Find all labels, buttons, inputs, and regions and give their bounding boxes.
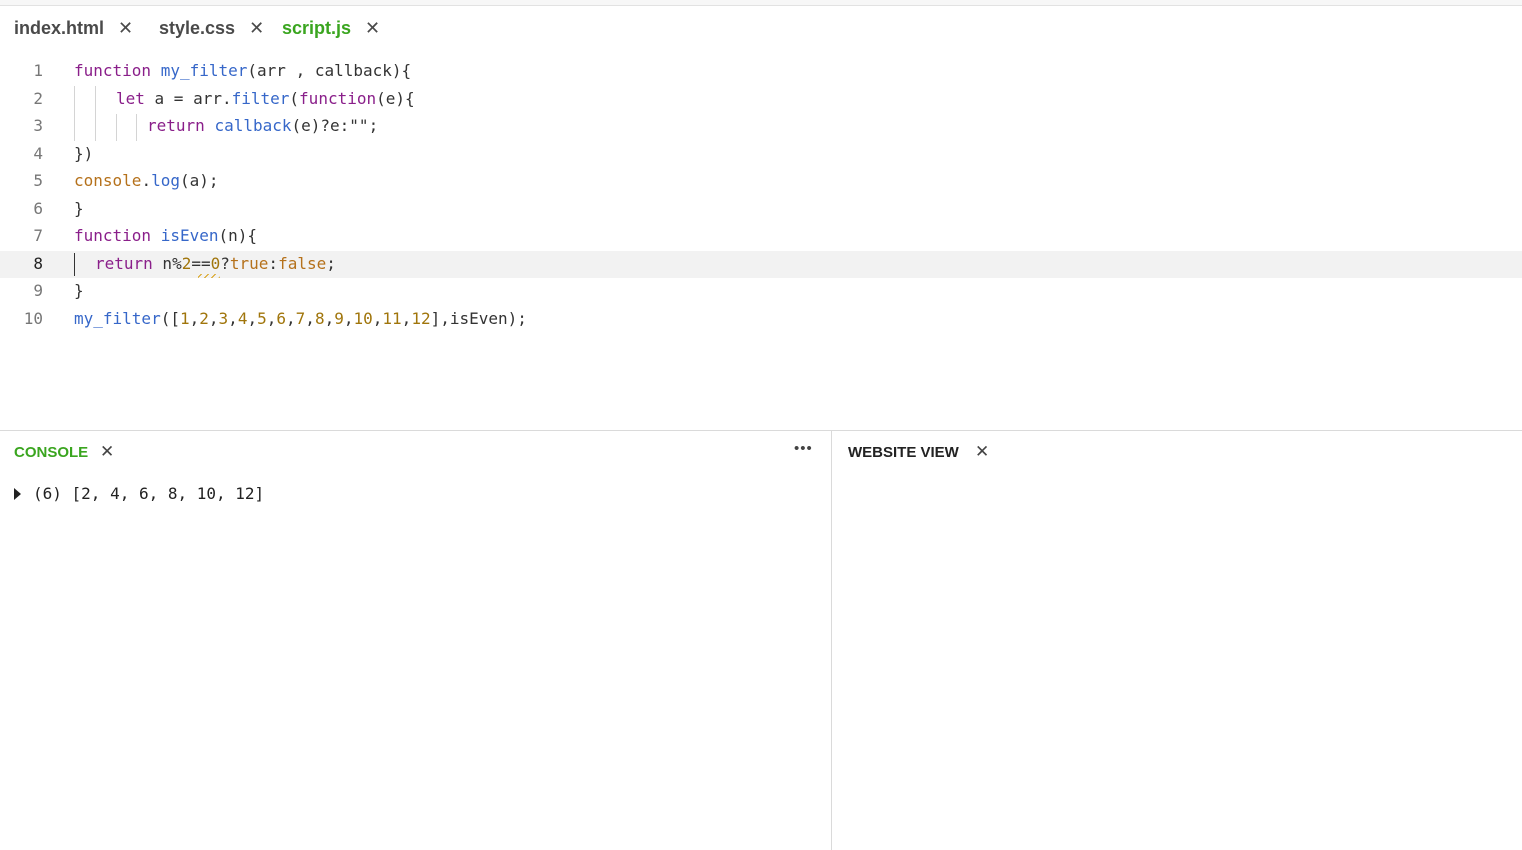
console-log-entry[interactable]: (6) [2, 4, 6, 8, 10, 12] xyxy=(14,484,264,503)
close-icon[interactable]: ✕ xyxy=(100,442,114,462)
code-text[interactable]: my_filter([1,2,3,4,5,6,7,8,9,10,11,12],i… xyxy=(74,309,527,328)
window-top-border xyxy=(0,0,1522,6)
code-line[interactable]: 7 function isEven(n){ xyxy=(0,223,1522,251)
tab-script-js[interactable]: script.js ✕ xyxy=(282,16,380,40)
code-text[interactable]: function isEven(n){ xyxy=(74,226,257,245)
website-view-frame[interactable] xyxy=(832,470,1522,850)
indent-guide xyxy=(74,86,75,141)
indent-guide xyxy=(136,114,137,141)
code-text[interactable]: return callback(e)?e:""; xyxy=(147,116,378,135)
code-line[interactable]: 2 let a = arr.filter(function(e){ xyxy=(0,86,1522,114)
tab-label[interactable]: script.js xyxy=(282,18,351,39)
indent-guide xyxy=(95,86,96,141)
code-text[interactable]: console.log(a); xyxy=(74,171,219,190)
code-line[interactable]: 1 function my_filter(arr , callback){ xyxy=(0,58,1522,86)
code-line[interactable]: 4 }) xyxy=(0,141,1522,169)
line-number: 9 xyxy=(33,281,43,300)
tab-index-html[interactable]: index.html ✕ xyxy=(14,16,133,40)
more-options-button[interactable]: ••• xyxy=(794,440,813,457)
code-line[interactable]: 10 my_filter([1,2,3,4,5,6,7,8,9,10,11,12… xyxy=(0,306,1522,334)
code-line[interactable]: 5 console.log(a); xyxy=(0,168,1522,196)
warning-squiggle xyxy=(198,274,220,278)
panel-divider[interactable] xyxy=(0,430,1522,431)
indent-guide xyxy=(116,114,117,141)
close-icon[interactable]: ✕ xyxy=(249,19,264,37)
close-icon[interactable]: ✕ xyxy=(975,442,989,462)
line-number: 6 xyxy=(33,198,43,218)
line-number: 8 xyxy=(33,253,43,273)
code-line[interactable]: 6 } xyxy=(0,196,1522,224)
close-icon[interactable]: ✕ xyxy=(365,19,380,37)
file-tab-bar: index.html ✕ style.css ✕ script.js ✕ xyxy=(0,7,1522,47)
expand-arrow-icon[interactable] xyxy=(14,487,21,500)
line-number: 4 xyxy=(33,143,43,163)
code-editor[interactable]: 1 function my_filter(arr , callback){ 2 … xyxy=(0,58,1522,348)
code-text[interactable]: } xyxy=(74,281,84,300)
code-text[interactable]: function my_filter(arr , callback){ xyxy=(74,61,411,80)
code-line-current[interactable]: 8 return n%2==0?true:false; xyxy=(0,250,1522,278)
code-line[interactable]: 3 return callback(e)?e:""; xyxy=(0,113,1522,141)
tab-style-css[interactable]: style.css ✕ xyxy=(159,16,264,40)
line-number: 2 xyxy=(33,88,43,108)
console-output-text: (6) [2, 4, 6, 8, 10, 12] xyxy=(33,484,265,503)
text-cursor xyxy=(74,253,75,276)
code-text[interactable]: return n%2==0?true:false; xyxy=(95,254,336,273)
line-number: 5 xyxy=(33,171,43,190)
console-title[interactable]: CONSOLE xyxy=(14,444,88,461)
website-view-title[interactable]: WEBSITE VIEW xyxy=(848,444,959,461)
code-text[interactable]: let a = arr.filter(function(e){ xyxy=(116,89,415,108)
tab-label[interactable]: style.css xyxy=(159,18,235,39)
code-line[interactable]: 9 } xyxy=(0,278,1522,306)
code-text[interactable]: } xyxy=(74,199,84,218)
close-icon[interactable]: ✕ xyxy=(118,19,133,37)
line-number: 10 xyxy=(23,308,43,328)
line-number: 7 xyxy=(33,226,43,245)
line-number: 1 xyxy=(33,61,43,80)
code-text[interactable]: }) xyxy=(74,144,93,163)
line-number: 3 xyxy=(33,116,43,135)
tab-label[interactable]: index.html xyxy=(14,18,104,39)
